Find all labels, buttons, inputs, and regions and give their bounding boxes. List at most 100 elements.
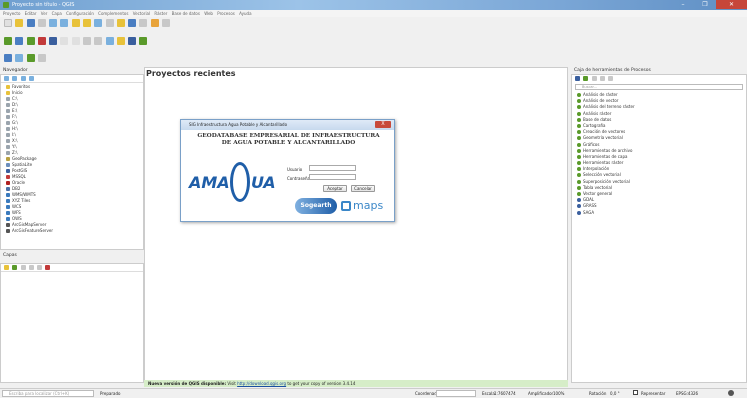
text-annotation-icon[interactable] xyxy=(161,19,170,27)
remove-layer-icon[interactable] xyxy=(45,265,51,270)
zoom-full-icon[interactable] xyxy=(71,19,80,27)
status-bar: Escriba para localizar (Ctrl+K) Preparad… xyxy=(0,388,747,398)
vertex-tool-icon[interactable] xyxy=(82,37,91,45)
refresh-icon[interactable] xyxy=(94,19,103,27)
layer-add-icon[interactable] xyxy=(26,54,35,62)
navigator-panel: Favoritos Inicio C:\ D:\ E:\ F:\ G:\ H:\ I:\ X:\ Y… xyxy=(0,74,144,250)
collapse-icon[interactable] xyxy=(28,76,34,81)
models-icon[interactable] xyxy=(575,76,580,81)
menu-configuracion[interactable]: Configuración xyxy=(66,10,94,17)
menu-raster[interactable]: Ráster xyxy=(154,10,167,17)
expand-all-icon[interactable] xyxy=(28,265,34,270)
delete-feature-icon[interactable] xyxy=(94,37,103,45)
toolbox-item[interactable]: SAGA xyxy=(576,210,746,216)
navigator-item-label: PostGIS xyxy=(12,168,28,173)
options-icon[interactable] xyxy=(608,76,614,81)
filter-icon[interactable] xyxy=(20,76,26,81)
crs-button[interactable]: EPSG:4326 xyxy=(676,391,698,396)
maximize-button[interactable]: ❐ xyxy=(694,0,716,9)
add-wms-icon[interactable] xyxy=(49,37,58,45)
style-icon[interactable] xyxy=(4,265,9,270)
magnifier-value[interactable]: 100% xyxy=(553,391,564,396)
scale-value[interactable]: 1:7607474 xyxy=(494,391,516,396)
messages-icon[interactable] xyxy=(728,390,734,396)
navigator-item-label: I:\ xyxy=(12,132,16,137)
toolbox-provider-icon xyxy=(577,130,581,135)
rotation-value[interactable]: 0,0 ° xyxy=(610,391,620,396)
toggle-editing-icon[interactable] xyxy=(60,37,69,45)
add-layer-icon[interactable] xyxy=(12,76,18,81)
navigator-item-label: H:\ xyxy=(12,126,18,131)
collapse-all-icon[interactable] xyxy=(37,265,43,270)
toolbox-item-label: Tabla vectorial xyxy=(583,184,612,190)
locator-input[interactable]: Escriba para localizar (Ctrl+K) xyxy=(2,390,94,397)
download-link[interactable]: http://download.qgis.org xyxy=(237,381,286,386)
menu-capa[interactable]: Capa xyxy=(52,10,62,17)
zoom-layer-icon[interactable] xyxy=(82,19,91,27)
scripts-icon[interactable] xyxy=(583,76,589,81)
add-postgis-icon[interactable] xyxy=(37,37,46,45)
new-project-icon[interactable] xyxy=(4,19,12,27)
digitize-icon[interactable] xyxy=(71,37,80,45)
cancel-button[interactable]: Cancelar xyxy=(351,185,375,192)
toolbox-provider-icon xyxy=(577,173,581,178)
filter-legend-icon[interactable] xyxy=(20,265,26,270)
navigator-item-icon xyxy=(6,229,10,233)
help-icon[interactable] xyxy=(37,54,46,62)
menu-editar[interactable]: Editar xyxy=(25,10,37,17)
pin-labels-icon[interactable] xyxy=(116,37,125,45)
attribute-table-icon[interactable] xyxy=(128,19,137,27)
toolbox-tree: Análisis de ráster Análisis de vector Anál… xyxy=(572,91,746,216)
dialog-heading: GEODATABASE EMPRESARIAL DE INFRAESTRUCTU… xyxy=(181,133,396,147)
menu-procesos[interactable]: Procesos xyxy=(217,10,235,17)
toolbox-search[interactable]: Buscar... xyxy=(575,84,743,90)
render-checkbox[interactable] xyxy=(633,390,638,395)
history-icon[interactable] xyxy=(591,76,597,81)
zoom-in-icon[interactable] xyxy=(49,19,58,27)
pan-icon[interactable] xyxy=(37,19,46,27)
menu-ver[interactable]: Ver xyxy=(41,10,48,17)
heading-line-2: DE AGUA POTABLE Y ALCANTARILLADO xyxy=(221,140,356,146)
add-group-icon[interactable] xyxy=(12,265,18,270)
user-input[interactable] xyxy=(309,165,356,171)
python-console-icon[interactable] xyxy=(4,54,12,62)
add-vector-icon[interactable] xyxy=(15,37,24,45)
menu-proyecto[interactable]: Proyecto xyxy=(3,10,20,17)
navigator-item-icon xyxy=(6,193,10,197)
add-raster-icon[interactable] xyxy=(26,37,35,45)
select-icon[interactable] xyxy=(116,19,125,27)
menu-ayuda[interactable]: Ayuda xyxy=(239,10,251,17)
menu-web[interactable]: Web xyxy=(204,10,213,17)
refresh-icon[interactable] xyxy=(4,76,9,81)
toolbox-title: Caja de herramientas de Procesos xyxy=(574,68,651,73)
qgis-logo-icon xyxy=(3,2,9,8)
layers-panel xyxy=(0,263,144,383)
identify-icon[interactable] xyxy=(105,19,114,27)
label-tool-icon[interactable] xyxy=(105,37,114,45)
scale-label: Escala xyxy=(482,391,495,396)
coordinate-field[interactable] xyxy=(436,390,476,397)
accept-button[interactable]: Aceptar xyxy=(323,185,347,192)
menu-base-de-datos[interactable]: Base de datos xyxy=(172,10,200,17)
minimize-button[interactable]: – xyxy=(672,0,694,9)
results-icon[interactable] xyxy=(599,76,605,81)
save-project-icon[interactable] xyxy=(26,19,35,27)
menu-complementos[interactable]: Complementos xyxy=(98,10,128,17)
data-source-manager-icon[interactable] xyxy=(4,37,12,45)
navigator-item[interactable]: ArcGisFeatureServer xyxy=(5,228,143,234)
georeferencer-icon[interactable] xyxy=(15,54,24,62)
measure-icon[interactable] xyxy=(150,19,159,27)
password-input[interactable] xyxy=(309,174,356,180)
plugin-icon[interactable] xyxy=(139,37,148,45)
open-project-icon[interactable] xyxy=(15,19,24,27)
navigator-item-label: MSSQL xyxy=(12,174,26,179)
zoom-out-icon[interactable] xyxy=(60,19,69,27)
navigator-item-label: OWS xyxy=(12,216,22,221)
sum-icon[interactable] xyxy=(139,19,148,27)
menu-vectorial[interactable]: Vectorial xyxy=(133,10,150,17)
rotation-label: Rotación xyxy=(589,391,607,396)
dialog-close-button[interactable]: X xyxy=(375,121,391,128)
close-window-button[interactable]: ✕ xyxy=(716,0,747,9)
navigator-item-icon xyxy=(6,127,10,131)
processing-icon[interactable] xyxy=(128,37,137,45)
